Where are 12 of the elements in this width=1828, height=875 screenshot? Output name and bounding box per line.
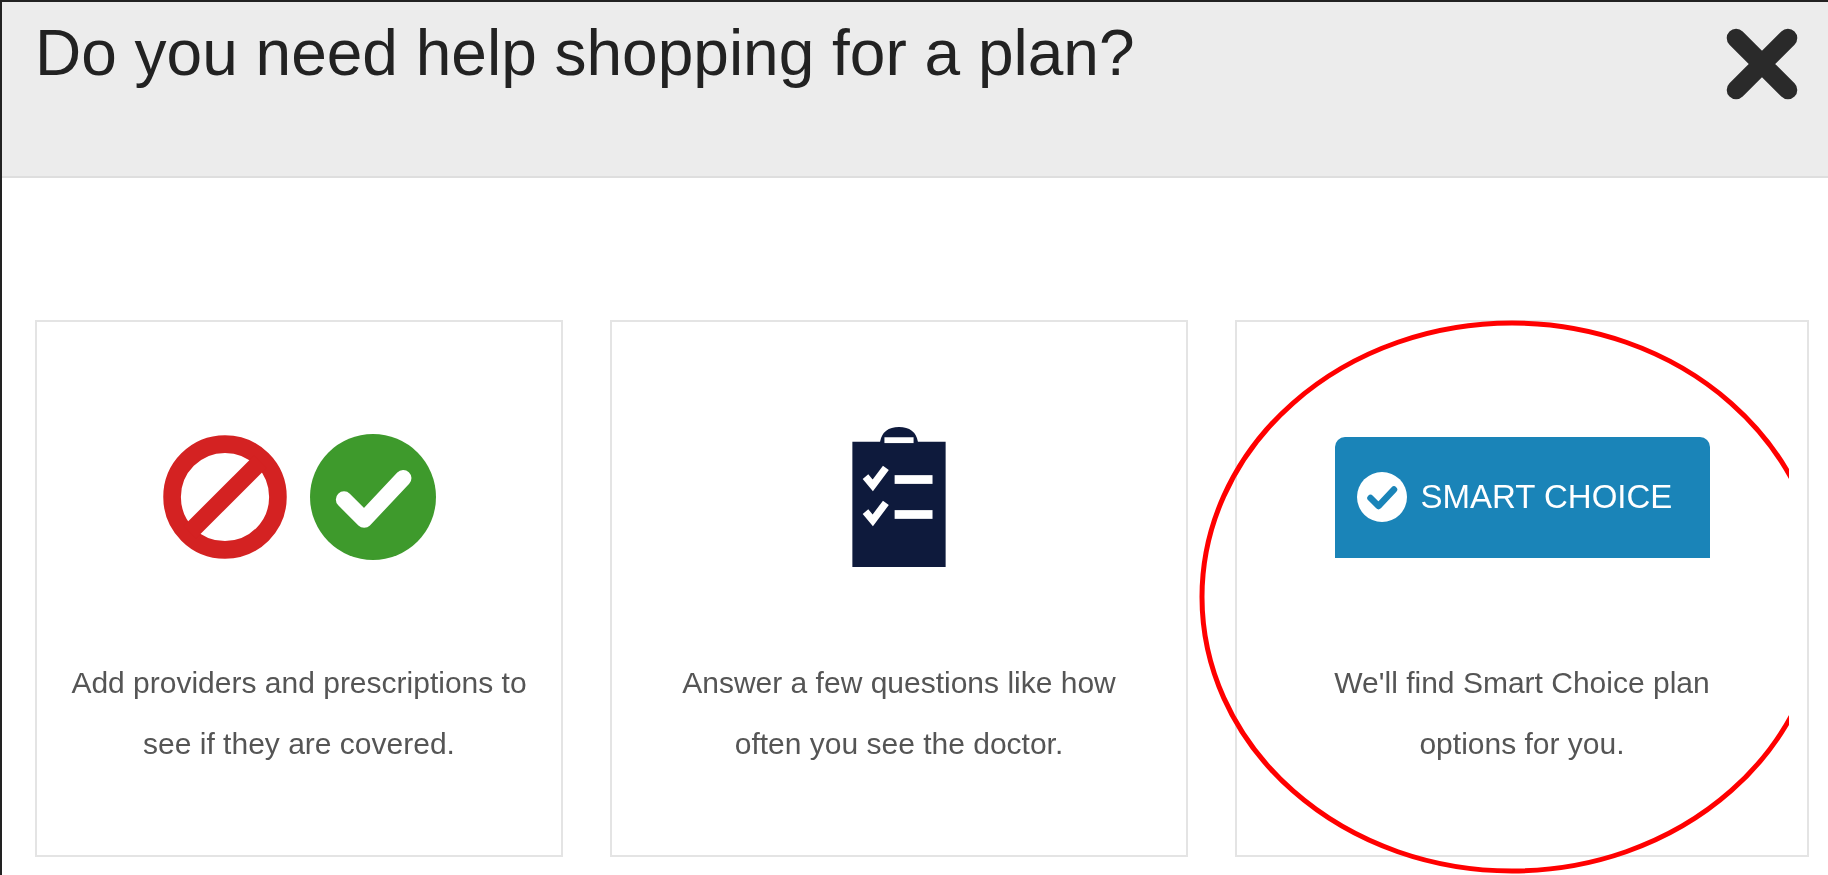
option-card[interactable]: SMART CHOICE We'll find Smart Choice plan options for you. xyxy=(1235,320,1809,857)
close-icon[interactable] xyxy=(1726,28,1798,100)
check-circle-icon xyxy=(1356,472,1407,522)
card-description: We'll find Smart Choice plan options for you. xyxy=(1333,665,1711,762)
dialog-title: Do you need help shopping for a plan? xyxy=(35,16,1135,90)
check-circle-icon xyxy=(310,434,436,560)
card-description: Answer a few questions like how often you see the doctor. xyxy=(681,665,1117,762)
option-card[interactable]: Answer a few questions like how often you see the doctor. xyxy=(610,320,1188,857)
card-description: Add providers and prescriptions to see if they are covered. xyxy=(70,665,528,762)
option-card[interactable]: Add providers and prescriptions to see if they are covered. xyxy=(35,320,563,857)
prohibition-icon xyxy=(162,434,288,560)
smart-choice-badge: SMART CHOICE xyxy=(1334,436,1710,558)
